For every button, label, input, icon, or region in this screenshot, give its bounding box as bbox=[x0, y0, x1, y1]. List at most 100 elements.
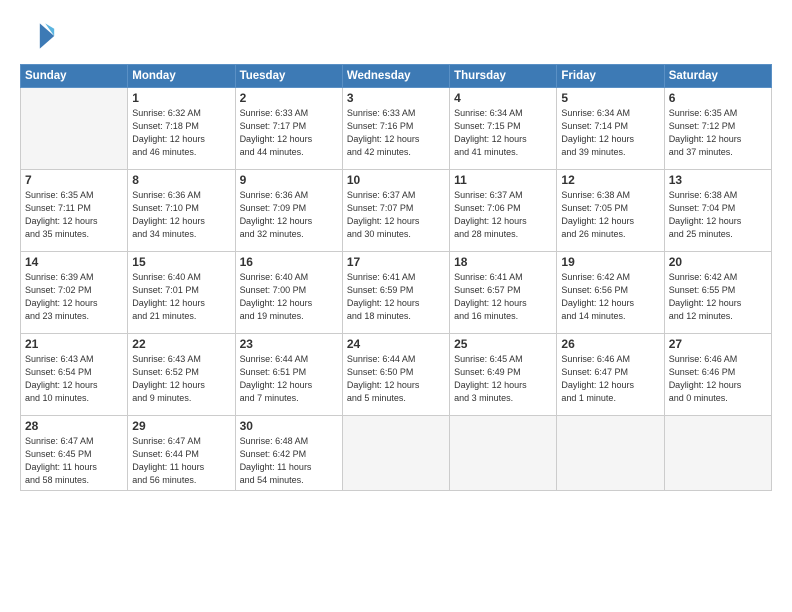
calendar-cell: 22 Sunrise: 6:43 AM Sunset: 6:52 PM Dayli… bbox=[128, 334, 235, 416]
day-info: Sunrise: 6:41 AM Sunset: 6:59 PM Dayligh… bbox=[347, 271, 445, 323]
calendar-cell: 16Sunrise: 6:40 AM Sunset: 7:00 PM Dayli… bbox=[235, 252, 342, 334]
day-info: Sunrise: 6:37 AM Sunset: 7:06 PM Dayligh… bbox=[454, 189, 552, 241]
calendar-cell: 23 Sunrise: 6:44 AM Sunset: 6:51 PM Dayli… bbox=[235, 334, 342, 416]
day-info: Sunrise: 6:46 AM Sunset: 6:47 PM Dayligh… bbox=[561, 353, 659, 405]
day-info: Sunrise: 6:43 AM Sunset: 6:54 PM Dayligh… bbox=[25, 353, 123, 405]
calendar-cell: 9 Sunrise: 6:36 AM Sunset: 7:09 PM Daylig… bbox=[235, 170, 342, 252]
day-info: Sunrise: 6:36 AM Sunset: 7:09 PM Dayligh… bbox=[240, 189, 338, 241]
day-number: 4 bbox=[454, 91, 552, 105]
week-row: 21 Sunrise: 6:43 AM Sunset: 6:54 PM Dayli… bbox=[21, 334, 772, 416]
calendar-cell: 5 Sunrise: 6:34 AM Sunset: 7:14 PM Daylig… bbox=[557, 88, 664, 170]
day-info: Sunrise: 6:48 AM Sunset: 6:42 PM Dayligh… bbox=[240, 435, 338, 487]
day-info: Sunrise: 6:34 AM Sunset: 7:15 PM Dayligh… bbox=[454, 107, 552, 159]
calendar-cell: 11 Sunrise: 6:37 AM Sunset: 7:06 PM Dayli… bbox=[450, 170, 557, 252]
calendar-cell: 7 Sunrise: 6:35 AM Sunset: 7:11 PM Daylig… bbox=[21, 170, 128, 252]
day-info: Sunrise: 6:47 AM Sunset: 6:44 PM Dayligh… bbox=[132, 435, 230, 487]
day-info: Sunrise: 6:35 AM Sunset: 7:11 PM Dayligh… bbox=[25, 189, 123, 241]
weekday-header: SundayMondayTuesdayWednesdayThursdayFrid… bbox=[21, 65, 772, 88]
calendar-cell: 2Sunrise: 6:33 AM Sunset: 7:17 PM Daylig… bbox=[235, 88, 342, 170]
weekday-header-cell: Thursday bbox=[450, 65, 557, 88]
calendar-cell: 29 Sunrise: 6:47 AM Sunset: 6:44 PM Dayli… bbox=[128, 416, 235, 491]
day-info: Sunrise: 6:41 AM Sunset: 6:57 PM Dayligh… bbox=[454, 271, 552, 323]
day-info: Sunrise: 6:46 AM Sunset: 6:46 PM Dayligh… bbox=[669, 353, 767, 405]
day-number: 6 bbox=[669, 91, 767, 105]
day-number: 1 bbox=[132, 91, 230, 105]
day-info: Sunrise: 6:39 AM Sunset: 7:02 PM Dayligh… bbox=[25, 271, 123, 323]
logo bbox=[20, 18, 60, 54]
calendar-cell: 15 Sunrise: 6:40 AM Sunset: 7:01 PM Dayli… bbox=[128, 252, 235, 334]
day-number: 13 bbox=[669, 173, 767, 187]
day-number: 15 bbox=[132, 255, 230, 269]
day-number: 8 bbox=[132, 173, 230, 187]
day-number: 10 bbox=[347, 173, 445, 187]
calendar-cell: 8 Sunrise: 6:36 AM Sunset: 7:10 PM Daylig… bbox=[128, 170, 235, 252]
day-info: Sunrise: 6:37 AM Sunset: 7:07 PM Dayligh… bbox=[347, 189, 445, 241]
day-info: Sunrise: 6:34 AM Sunset: 7:14 PM Dayligh… bbox=[561, 107, 659, 159]
day-number: 21 bbox=[25, 337, 123, 351]
calendar-cell: 12Sunrise: 6:38 AM Sunset: 7:05 PM Dayli… bbox=[557, 170, 664, 252]
calendar-cell: 20 Sunrise: 6:42 AM Sunset: 6:55 PM Dayli… bbox=[664, 252, 771, 334]
day-info: Sunrise: 6:43 AM Sunset: 6:52 PM Dayligh… bbox=[132, 353, 230, 405]
day-number: 7 bbox=[25, 173, 123, 187]
day-info: Sunrise: 6:44 AM Sunset: 6:50 PM Dayligh… bbox=[347, 353, 445, 405]
day-number: 30 bbox=[240, 419, 338, 433]
day-info: Sunrise: 6:38 AM Sunset: 7:04 PM Dayligh… bbox=[669, 189, 767, 241]
calendar-cell: 27 Sunrise: 6:46 AM Sunset: 6:46 PM Dayli… bbox=[664, 334, 771, 416]
day-number: 27 bbox=[669, 337, 767, 351]
calendar-cell: 10 Sunrise: 6:37 AM Sunset: 7:07 PM Dayli… bbox=[342, 170, 449, 252]
day-number: 28 bbox=[25, 419, 123, 433]
weekday-header-cell: Friday bbox=[557, 65, 664, 88]
weekday-header-cell: Saturday bbox=[664, 65, 771, 88]
calendar-cell: 28 Sunrise: 6:47 AM Sunset: 6:45 PM Dayli… bbox=[21, 416, 128, 491]
weekday-header-cell: Sunday bbox=[21, 65, 128, 88]
calendar-cell: 17 Sunrise: 6:41 AM Sunset: 6:59 PM Dayli… bbox=[342, 252, 449, 334]
calendar-cell: 19Sunrise: 6:42 AM Sunset: 6:56 PM Dayli… bbox=[557, 252, 664, 334]
calendar-cell: 1 Sunrise: 6:32 AM Sunset: 7:18 PM Daylig… bbox=[128, 88, 235, 170]
day-number: 20 bbox=[669, 255, 767, 269]
calendar-cell bbox=[664, 416, 771, 491]
day-number: 9 bbox=[240, 173, 338, 187]
calendar-cell bbox=[21, 88, 128, 170]
day-info: Sunrise: 6:42 AM Sunset: 6:55 PM Dayligh… bbox=[669, 271, 767, 323]
day-info: Sunrise: 6:35 AM Sunset: 7:12 PM Dayligh… bbox=[669, 107, 767, 159]
day-number: 29 bbox=[132, 419, 230, 433]
day-info: Sunrise: 6:32 AM Sunset: 7:18 PM Dayligh… bbox=[132, 107, 230, 159]
calendar-cell: 14 Sunrise: 6:39 AM Sunset: 7:02 PM Dayli… bbox=[21, 252, 128, 334]
calendar: SundayMondayTuesdayWednesdayThursdayFrid… bbox=[20, 64, 772, 491]
calendar-cell bbox=[450, 416, 557, 491]
calendar-cell: 25 Sunrise: 6:45 AM Sunset: 6:49 PM Dayli… bbox=[450, 334, 557, 416]
weekday-header-cell: Tuesday bbox=[235, 65, 342, 88]
day-number: 17 bbox=[347, 255, 445, 269]
day-number: 16 bbox=[240, 255, 338, 269]
day-info: Sunrise: 6:36 AM Sunset: 7:10 PM Dayligh… bbox=[132, 189, 230, 241]
day-info: Sunrise: 6:44 AM Sunset: 6:51 PM Dayligh… bbox=[240, 353, 338, 405]
day-number: 5 bbox=[561, 91, 659, 105]
day-number: 11 bbox=[454, 173, 552, 187]
day-info: Sunrise: 6:40 AM Sunset: 7:01 PM Dayligh… bbox=[132, 271, 230, 323]
day-info: Sunrise: 6:33 AM Sunset: 7:17 PM Dayligh… bbox=[240, 107, 338, 159]
calendar-cell: 18Sunrise: 6:41 AM Sunset: 6:57 PM Dayli… bbox=[450, 252, 557, 334]
calendar-cell: 3Sunrise: 6:33 AM Sunset: 7:16 PM Daylig… bbox=[342, 88, 449, 170]
day-info: Sunrise: 6:47 AM Sunset: 6:45 PM Dayligh… bbox=[25, 435, 123, 487]
week-row: 28 Sunrise: 6:47 AM Sunset: 6:45 PM Dayli… bbox=[21, 416, 772, 491]
calendar-cell: 4 Sunrise: 6:34 AM Sunset: 7:15 PM Daylig… bbox=[450, 88, 557, 170]
calendar-cell: 30 Sunrise: 6:48 AM Sunset: 6:42 PM Dayli… bbox=[235, 416, 342, 491]
day-number: 24 bbox=[347, 337, 445, 351]
day-number: 19 bbox=[561, 255, 659, 269]
week-row: 7 Sunrise: 6:35 AM Sunset: 7:11 PM Daylig… bbox=[21, 170, 772, 252]
calendar-cell: 13 Sunrise: 6:38 AM Sunset: 7:04 PM Dayli… bbox=[664, 170, 771, 252]
day-number: 12 bbox=[561, 173, 659, 187]
day-number: 23 bbox=[240, 337, 338, 351]
day-info: Sunrise: 6:45 AM Sunset: 6:49 PM Dayligh… bbox=[454, 353, 552, 405]
day-number: 26 bbox=[561, 337, 659, 351]
calendar-cell: 6 Sunrise: 6:35 AM Sunset: 7:12 PM Daylig… bbox=[664, 88, 771, 170]
week-row: 1 Sunrise: 6:32 AM Sunset: 7:18 PM Daylig… bbox=[21, 88, 772, 170]
day-number: 3 bbox=[347, 91, 445, 105]
day-number: 25 bbox=[454, 337, 552, 351]
day-number: 14 bbox=[25, 255, 123, 269]
calendar-cell: 26 Sunrise: 6:46 AM Sunset: 6:47 PM Dayli… bbox=[557, 334, 664, 416]
calendar-cell bbox=[342, 416, 449, 491]
weekday-header-cell: Wednesday bbox=[342, 65, 449, 88]
calendar-cell: 24 Sunrise: 6:44 AM Sunset: 6:50 PM Dayli… bbox=[342, 334, 449, 416]
day-number: 22 bbox=[132, 337, 230, 351]
